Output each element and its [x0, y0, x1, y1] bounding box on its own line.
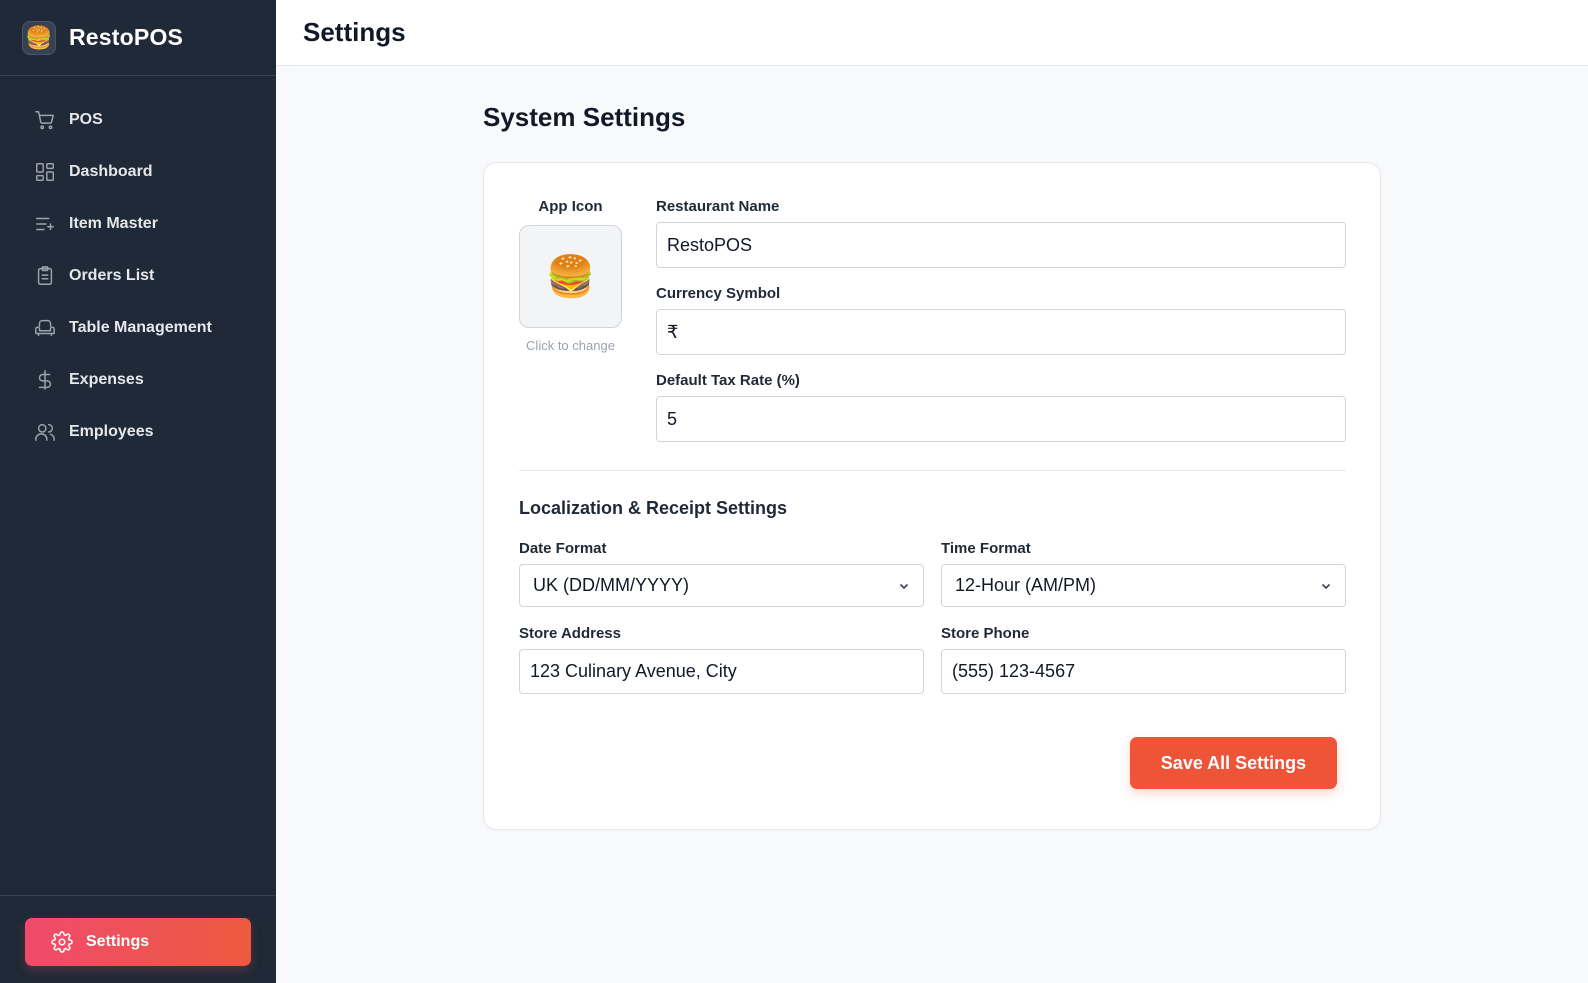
time-format-group: Time Format 12-Hour (AM/PM)	[941, 540, 1346, 607]
sidebar-item-label: Employees	[69, 423, 154, 440]
app-logo[interactable]: 🍔	[22, 20, 56, 55]
clipboard-icon	[37, 266, 53, 285]
section-title: System Settings	[483, 102, 686, 132]
sidebar-item-item-master[interactable]: Item Master	[0, 198, 276, 250]
top-bar: Settings	[276, 0, 1588, 66]
store-address-group: Store Address	[519, 625, 924, 694]
date-format-group: Date Format UK (DD/MM/YYYY)	[519, 540, 924, 607]
gear-icon	[51, 931, 73, 953]
time-format-label: Time Format	[941, 540, 1031, 557]
date-format-value: UK (DD/MM/YYYY)	[533, 575, 690, 595]
app-icon-label: App Icon	[538, 198, 603, 215]
date-format-label: Date Format	[519, 540, 607, 557]
restaurant-name-input[interactable]	[656, 222, 1346, 268]
chevron-down-icon	[1321, 583, 1331, 589]
sidebar-item-label: Orders List	[69, 267, 155, 284]
sidebar-item-table-management[interactable]: Table Management	[0, 302, 276, 354]
store-address-label: Store Address	[519, 625, 621, 642]
sidebar-item-dashboard[interactable]: Dashboard	[0, 146, 276, 198]
general-fields: Restaurant Name Currency Symbol Default …	[656, 198, 1346, 459]
users-icon	[35, 423, 55, 441]
app-icon-hint: Click to change	[526, 338, 615, 353]
brand: 🍔 RestoPOS	[0, 0, 276, 76]
tax-rate-label: Default Tax Rate (%)	[656, 372, 800, 389]
chevron-down-icon	[899, 583, 909, 589]
armchair-icon	[35, 319, 55, 337]
sidebar-nav: POS Dashboard Item Master Orders List Ta…	[0, 76, 276, 895]
list-add-icon	[36, 217, 54, 231]
tax-rate-group: Default Tax Rate (%)	[656, 372, 1346, 442]
currency-symbol-group: Currency Symbol	[656, 285, 1346, 355]
dollar-icon	[38, 370, 52, 390]
restaurant-name-label: Restaurant Name	[656, 198, 780, 215]
time-format-value: 12-Hour (AM/PM)	[955, 575, 1097, 595]
tax-rate-input[interactable]	[656, 396, 1346, 442]
sidebar-item-label: Expenses	[69, 371, 144, 388]
localization-fields: Date Format UK (DD/MM/YYYY) Time Format …	[519, 540, 1346, 694]
main-content: System Settings App Icon 🍔 Click to chan…	[276, 66, 1588, 983]
sidebar-item-label: Settings	[86, 933, 150, 950]
sidebar-item-employees[interactable]: Employees	[0, 406, 276, 458]
app-icon-section: App Icon 🍔 Click to change	[519, 198, 622, 353]
sidebar-item-settings[interactable]: Settings	[25, 918, 251, 966]
restaurant-name-group: Restaurant Name	[656, 198, 1346, 268]
sidebar-item-orders-list[interactable]: Orders List	[0, 250, 276, 302]
settings-card: App Icon 🍔 Click to change Restaurant Na…	[483, 162, 1381, 830]
cart-icon	[35, 111, 54, 130]
date-format-select[interactable]: UK (DD/MM/YYYY)	[519, 564, 924, 607]
store-phone-input[interactable]	[941, 649, 1346, 694]
currency-symbol-label: Currency Symbol	[656, 285, 781, 302]
sidebar-item-label: Table Management	[69, 319, 212, 336]
dashboard-grid-icon	[36, 163, 54, 181]
sidebar-footer: Settings	[0, 895, 276, 983]
store-phone-label: Store Phone	[941, 625, 1030, 642]
store-phone-group: Store Phone	[941, 625, 1346, 694]
localization-title: Localization & Receipt Settings	[519, 498, 788, 518]
sidebar-item-label: POS	[69, 111, 103, 128]
time-format-select[interactable]: 12-Hour (AM/PM)	[941, 564, 1346, 607]
currency-symbol-input[interactable]	[656, 309, 1346, 355]
sidebar: 🍔 RestoPOS POS Dashboard Item Master Ord…	[0, 0, 276, 983]
save-all-settings-button[interactable]: Save All Settings	[1130, 737, 1337, 789]
sidebar-item-pos[interactable]: POS	[0, 94, 276, 146]
sidebar-item-label: Item Master	[69, 215, 158, 232]
store-address-input[interactable]	[519, 649, 924, 694]
sidebar-item-expenses[interactable]: Expenses	[0, 354, 276, 406]
sidebar-item-label: Dashboard	[69, 163, 153, 180]
section-divider	[519, 470, 1346, 471]
page-title: Settings	[303, 17, 406, 47]
app-icon-picker[interactable]: 🍔	[519, 225, 622, 328]
app-name: RestoPOS	[69, 24, 184, 50]
